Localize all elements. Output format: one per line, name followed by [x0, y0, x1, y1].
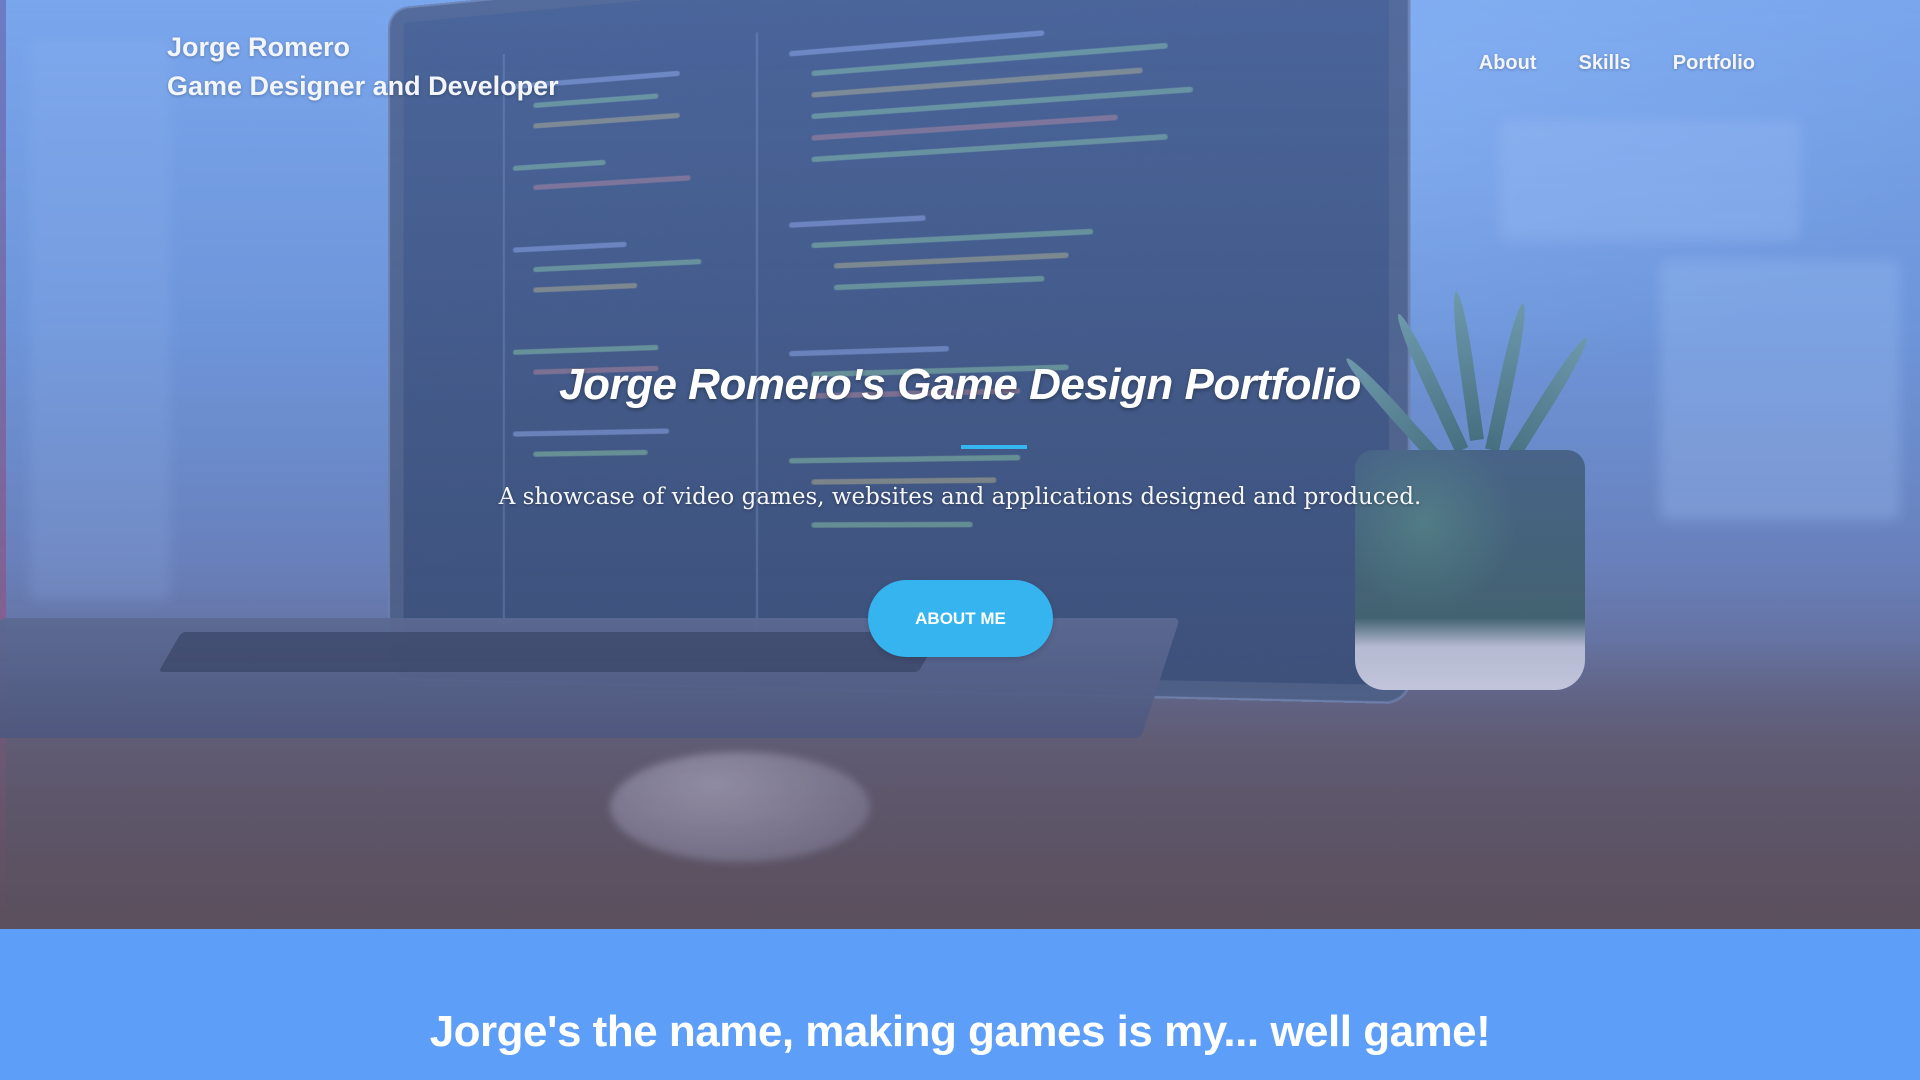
nav-link-about[interactable]: About: [1479, 52, 1537, 75]
site-tagline: Game Designer and Developer: [167, 71, 559, 101]
about-me-button[interactable]: ABOUT ME: [868, 580, 1053, 657]
hero-overlay: [0, 0, 1920, 929]
nav-link-skills[interactable]: Skills: [1579, 52, 1631, 75]
hero-section: Jorge Romero Game Designer and Developer…: [0, 0, 1920, 929]
main-nav: About Skills Portfolio: [1479, 52, 1755, 75]
title-underline: [961, 445, 1027, 449]
about-heading: Jorge's the name, making games is my... …: [429, 1007, 1491, 1056]
site-brand[interactable]: Jorge Romero Game Designer and Developer: [167, 28, 559, 106]
site-name: Jorge Romero: [167, 32, 351, 62]
hero-subtitle: A showcase of video games, websites and …: [498, 484, 1422, 510]
about-section: Jorge's the name, making games is my... …: [0, 929, 1920, 1080]
hero-title: Jorge Romero's Game Design Portfolio: [559, 360, 1361, 409]
nav-link-portfolio[interactable]: Portfolio: [1673, 52, 1755, 75]
